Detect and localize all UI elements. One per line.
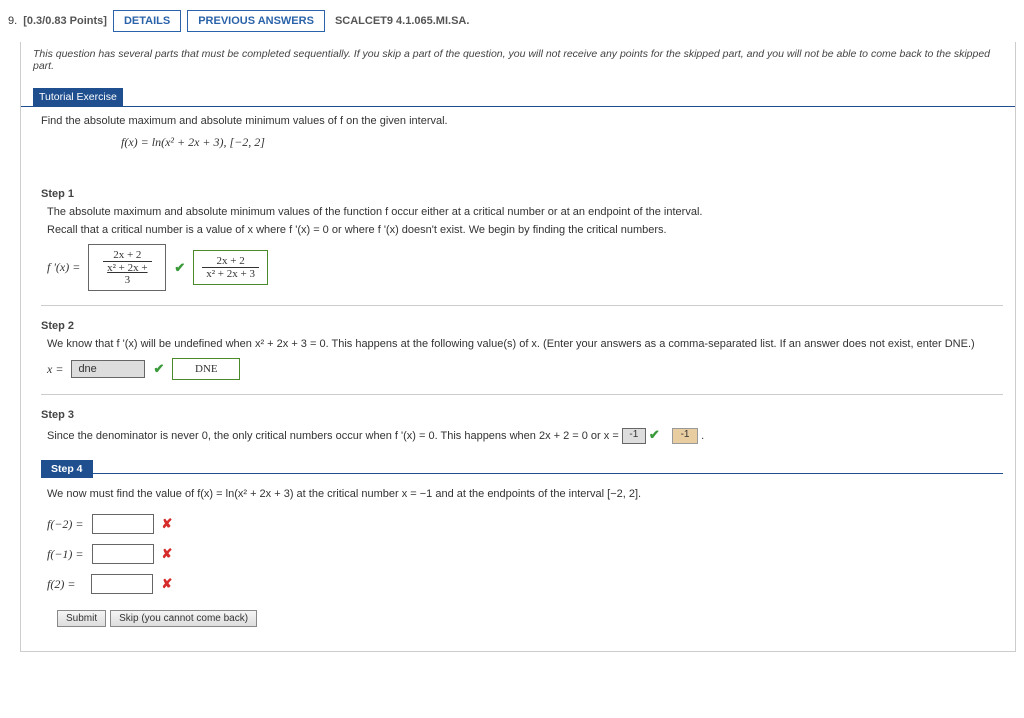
- question-number: 9.: [8, 15, 17, 27]
- details-button[interactable]: DETAILS: [113, 10, 181, 32]
- step2-lhs: x =: [47, 360, 63, 379]
- skip-button[interactable]: Skip (you cannot come back): [110, 610, 257, 627]
- step4-input-1[interactable]: [92, 514, 154, 534]
- previous-answers-button[interactable]: PREVIOUS ANSWERS: [187, 10, 325, 32]
- step4-f-neg2-label: f(−2) =: [47, 515, 84, 534]
- submit-row: Submit Skip (you cannot come back): [57, 610, 1003, 627]
- step1-text-1: The absolute maximum and absolute minimu…: [47, 206, 1003, 218]
- step4-row-3: f(2) = ✘: [47, 574, 1003, 594]
- step4-input-3[interactable]: [91, 574, 153, 594]
- step4-header: Step 4: [41, 460, 1003, 478]
- step4-text: We now must find the value of f(x) = ln(…: [47, 488, 1003, 500]
- step1-title: Step 1: [41, 188, 1003, 200]
- step2-equation-row: x = dne ✔ DNE: [47, 358, 1003, 380]
- step4-f-neg1-label: f(−1) =: [47, 545, 84, 564]
- step3-row: Since the denominator is never 0, the on…: [47, 427, 1003, 444]
- step3-correct-answer: -1: [672, 428, 698, 444]
- submit-button[interactable]: Submit: [57, 610, 106, 627]
- question-header: 9. [0.3/0.83 Points] DETAILS PREVIOUS AN…: [8, 10, 1016, 32]
- step4-row-1: f(−2) = ✘: [47, 514, 1003, 534]
- checkmark-icon: ✔: [153, 361, 164, 377]
- question-body: This question has several parts that mus…: [20, 42, 1016, 652]
- step2-text: We know that f '(x) will be undefined wh…: [47, 338, 1003, 350]
- step3-text: Since the denominator is never 0, the on…: [47, 430, 622, 442]
- step1-text-2: Recall that a critical number is a value…: [47, 224, 1003, 236]
- step1-correct-answer: 2x + 2 x² + 2x + 3: [193, 250, 268, 285]
- tutorial-exercise-label: Tutorial Exercise: [33, 88, 123, 106]
- step2-title: Step 2: [41, 320, 1003, 332]
- points-label: [0.3/0.83 Points]: [23, 15, 107, 27]
- tutorial-instruction: Find the absolute maximum and absolute m…: [41, 115, 1003, 127]
- step3-title: Step 3: [41, 409, 1003, 421]
- crossmark-icon: ✘: [162, 516, 173, 532]
- step2-correct-answer: DNE: [172, 358, 240, 380]
- step4-input-2[interactable]: [92, 544, 154, 564]
- sequential-note: This question has several parts that mus…: [21, 42, 1015, 84]
- step2-input[interactable]: dne: [71, 360, 145, 378]
- tutorial-exercise-section: Tutorial Exercise Find the absolute maxi…: [21, 84, 1015, 166]
- step3-input[interactable]: -1: [622, 428, 646, 444]
- step1-lhs: f '(x) =: [47, 258, 80, 277]
- crossmark-icon: ✘: [161, 576, 172, 592]
- step4-row-2: f(−1) = ✘: [47, 544, 1003, 564]
- checkmark-icon: ✔: [174, 260, 185, 276]
- tutorial-equation: f(x) = ln(x² + 2x + 3), [−2, 2]: [121, 133, 1003, 152]
- step1-equation-row: f '(x) = 2x + 2 x² + 2x + 3 ✔ 2x + 2 x² …: [47, 244, 1003, 291]
- step4-f-2-label: f(2) =: [47, 575, 75, 594]
- step4-title: Step 4: [41, 460, 93, 478]
- checkmark-icon: ✔: [649, 427, 660, 442]
- crossmark-icon: ✘: [162, 546, 173, 562]
- step1-input[interactable]: 2x + 2 x² + 2x + 3: [88, 244, 166, 291]
- question-reference: SCALCET9 4.1.065.MI.SA.: [335, 15, 470, 27]
